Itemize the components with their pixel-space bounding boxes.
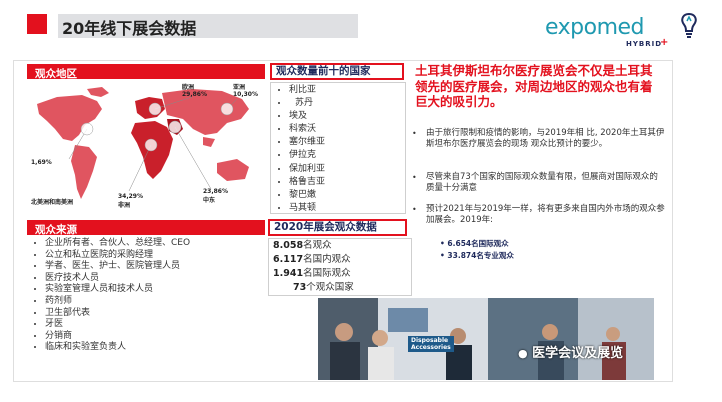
stat-row: 6.117名国内观众 bbox=[273, 254, 351, 265]
stats-title-bar: 2020年展会观众数据 bbox=[268, 219, 407, 236]
wechat-icon: ● bbox=[518, 347, 528, 360]
photo-banner: Disposable Accessories bbox=[408, 336, 454, 352]
country-item: 科索沃 bbox=[289, 123, 405, 136]
stat-row: 8.058名观众 bbox=[273, 240, 332, 251]
source-item: 分销商 bbox=[45, 331, 267, 343]
stats-title: 2020年展会观众数据 bbox=[270, 221, 405, 234]
bullet-dot: • bbox=[412, 205, 417, 214]
bullet-dot: • bbox=[412, 173, 417, 182]
stat-row: 73个观众国家 bbox=[293, 282, 354, 293]
map-label-asia: 亚洲 10,30% bbox=[233, 84, 258, 98]
source-item: 公立和私立医院的采购经理 bbox=[45, 250, 267, 262]
country-item: 埃及 bbox=[289, 110, 405, 123]
bullet-dot: • bbox=[412, 129, 417, 138]
exhibition-photo: Disposable Accessories ● 医学会议及展览 bbox=[318, 298, 654, 380]
bullet-2: • 尽管来自73个国家的国际观众数量有限，但展商对国际观众的质量十分满意 bbox=[412, 172, 658, 193]
sub-bullet-1: • 6.654名国际观众 bbox=[440, 239, 509, 248]
region-title-bar: 观众地区 bbox=[27, 64, 265, 80]
country-item: 利比亚 bbox=[289, 84, 405, 97]
source-list: 企业所有者、合伙人、总经理、CEO 公立和私立医院的采购经理 学者、医生、护士、… bbox=[27, 238, 267, 354]
top10-title: 观众数量前十的国家 bbox=[272, 65, 402, 78]
source-item: 卫生部代表 bbox=[45, 308, 267, 320]
title-marker bbox=[27, 14, 47, 34]
country-item: 伊拉克 bbox=[289, 149, 405, 162]
source-title: 观众来源 bbox=[35, 224, 77, 236]
map-label-americas: 北美洲和南美洲 bbox=[31, 199, 74, 206]
country-item: 保加利亚 bbox=[289, 163, 405, 176]
source-item: 临床和实验室负责人 bbox=[45, 342, 267, 354]
logo-plus: + bbox=[660, 37, 669, 48]
source-item: 实验室管理人员和技术人员 bbox=[45, 284, 267, 296]
stat-row: 1.941名国际观众 bbox=[273, 268, 351, 279]
source-item: 学者、医生、护士、医院管理人员 bbox=[45, 261, 267, 273]
lightbulb-icon bbox=[681, 12, 697, 38]
map-label-americas-pct: 1,69% bbox=[31, 159, 52, 166]
world-map: 欧洲 29,86% 亚洲 10,30% 1,69% 北美洲和南美洲 34,29% 非洲… bbox=[27, 79, 265, 217]
country-item: 苏丹 bbox=[289, 97, 405, 110]
top10-list-box: 利比亚 苏丹 埃及 科索沃 塞尔维亚 伊拉克 保加利亚 格鲁吉亚 黎巴嫩 马其顿 bbox=[270, 82, 406, 214]
country-item: 塞尔维亚 bbox=[289, 136, 405, 149]
logo-hybrid-label: HYBRID bbox=[626, 40, 663, 48]
source-item: 企业所有者、合伙人、总经理、CEO bbox=[45, 238, 267, 250]
country-item: 黎巴嫩 bbox=[289, 189, 405, 202]
map-label-middle-east: 23,86% 中东 bbox=[203, 188, 228, 204]
country-item: 格鲁吉亚 bbox=[289, 176, 405, 189]
source-list-box: 企业所有者、合伙人、总经理、CEO 公立和私立医院的采购经理 学者、医生、护士、… bbox=[27, 238, 267, 354]
top10-list: 利比亚 苏丹 埃及 科索沃 塞尔维亚 伊拉克 保加利亚 格鲁吉亚 黎巴嫩 马其顿 bbox=[271, 84, 405, 215]
exhibition-photo-graphic bbox=[318, 298, 654, 380]
bullet-1: • 由于旅行限制和疫情的影响，与2019年相 比, 2020年土耳其伊斯坦布尔医… bbox=[412, 128, 665, 149]
watermark: ● 医学会议及展览 bbox=[518, 346, 624, 361]
top10-title-bar: 观众数量前十的国家 bbox=[270, 63, 404, 80]
page-title-bar: 20年线下展会数据 bbox=[58, 14, 358, 38]
page-title: 20年线下展会数据 bbox=[62, 19, 197, 38]
sub-bullet-2: • 33.874名专业观众 bbox=[440, 251, 514, 260]
expomed-logo: expomed bbox=[545, 15, 645, 40]
stats-box: 8.058名观众 6.117名国内观众 1.941名国际观众 73个观众国家 bbox=[268, 238, 412, 296]
country-item: 马其顿 bbox=[289, 202, 405, 215]
headline: 土耳其伊斯坦布尔医疗展览会不仅是土耳其领先的医疗展会，对周边地区的观众也有着巨大… bbox=[415, 63, 653, 109]
bullet-3: • 预计2021年与2019年一样，将有更多来自国内外市场的观众参加展会。201… bbox=[412, 204, 665, 225]
source-title-bar: 观众来源 bbox=[27, 220, 265, 236]
source-item: 药剂师 bbox=[45, 296, 267, 308]
source-item: 牙医 bbox=[45, 319, 267, 331]
source-item: 医疗技术人员 bbox=[45, 273, 267, 285]
map-label-africa: 34,29% 非洲 bbox=[118, 193, 143, 209]
map-label-europe: 欧洲 29,86% bbox=[182, 84, 207, 98]
